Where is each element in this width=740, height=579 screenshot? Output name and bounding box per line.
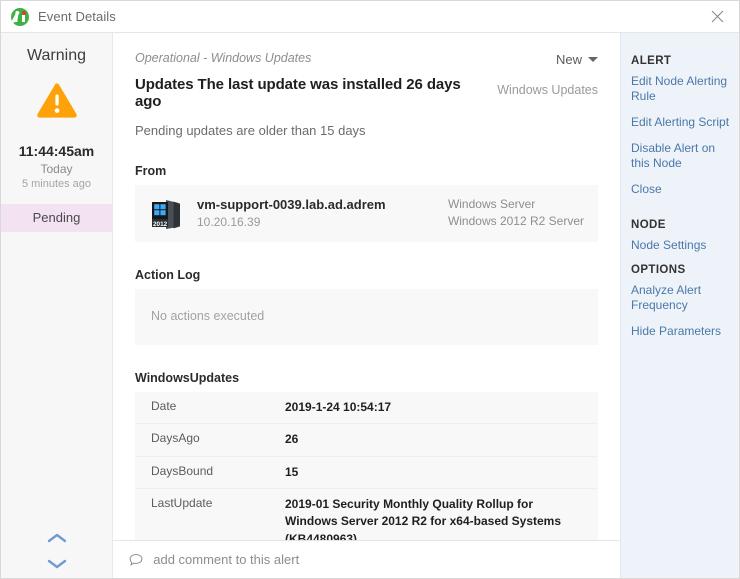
event-subtitle: Pending updates are older than 15 days <box>135 123 366 138</box>
event-header: Operational - Windows Updates Updates Th… <box>135 51 598 138</box>
parameters-label: WindowsUpdates <box>135 370 240 385</box>
event-navigation <box>1 532 113 570</box>
table-row: Date 2019-1-24 10:54:17 <box>135 392 598 424</box>
action-disable-alert-on-this-node[interactable]: Disable Alert on this Node <box>631 141 739 171</box>
action-hide-parameters[interactable]: Hide Parameters <box>631 324 739 339</box>
status-rail: Warning 11:44:45am Today 5 minutes ago P… <box>0 33 113 578</box>
parameters-table: Date 2019-1-24 10:54:17 DaysAgo 26 DaysB… <box>135 391 598 540</box>
from-section-label: From <box>135 164 167 178</box>
action-edit-node-alerting-rule[interactable]: Edit Node Alerting Rule <box>631 74 739 104</box>
param-value: 2019-1-24 10:54:17 <box>285 399 392 414</box>
event-time: 11:44:45am <box>18 143 95 159</box>
param-key: Date <box>151 398 177 413</box>
action-log-panel: No actions executed <box>135 288 598 345</box>
param-key: DaysBound <box>151 463 214 478</box>
comment-input[interactable] <box>153 552 604 567</box>
node-os-family: Windows Server <box>447 197 536 211</box>
actions-group-heading-options: OPTIONS <box>631 264 686 276</box>
node-os-version: Windows 2012 R2 Server <box>447 214 584 229</box>
event-kicker: Operational - Windows Updates <box>135 51 312 65</box>
event-state-dropdown[interactable]: New <box>556 52 598 67</box>
windows-server-2012-icon: 2012 <box>152 200 180 230</box>
severity-label: Warning <box>27 47 86 64</box>
node-card[interactable]: 2012 vm-support-0039.lab.ad.adrem 10.20.… <box>135 185 598 242</box>
action-edit-alerting-script[interactable]: Edit Alerting Script <box>631 115 739 130</box>
warning-triangle-icon <box>36 83 77 118</box>
actions-panel: ALERT Edit Node Alerting Rule Edit Alert… <box>621 33 739 578</box>
event-scroll-area: Operational - Windows Updates Updates Th… <box>113 33 620 540</box>
param-value: 2019-01 Security Monthly Quality Rollup … <box>285 496 562 540</box>
adrem-netcrunch-logo-icon <box>11 7 29 26</box>
table-row: DaysBound 15 <box>135 456 598 489</box>
comment-bubble-icon <box>129 553 143 566</box>
event-details-window: Event Details Warning 11:44:45am Today 5… <box>0 0 740 579</box>
actions-group-heading-node: NODE <box>631 219 666 231</box>
action-node-settings[interactable]: Node Settings <box>631 238 739 253</box>
node-name: vm-support-0039.lab.ad.adrem <box>197 197 386 213</box>
table-row: DaysAgo 26 <box>135 424 598 457</box>
node-ip-address: 10.20.16.39 <box>197 215 261 230</box>
window-title: Event Details <box>38 9 116 24</box>
title-bar: Event Details <box>1 1 739 33</box>
page-title: Updates The last update was installed 26… <box>135 76 461 110</box>
table-row: LastUpdate 2019-01 Security Monthly Qual… <box>135 488 598 540</box>
action-close-alert[interactable]: Close <box>631 182 739 197</box>
window-body: Warning 11:44:45am Today 5 minutes ago P… <box>0 33 739 578</box>
status-badge: Pending <box>0 204 113 232</box>
close-icon[interactable] <box>695 1 739 32</box>
node-os-info: Windows Server Windows 2012 R2 Server <box>436 196 584 231</box>
event-day: Today <box>40 162 73 176</box>
param-value: 26 <box>285 432 299 447</box>
svg-text:2012: 2012 <box>153 221 168 228</box>
actions-group-heading-alert: ALERT <box>631 55 672 67</box>
chevron-up-icon[interactable] <box>46 532 68 544</box>
event-monitor-label: Windows Updates <box>497 83 598 97</box>
chevron-down-icon <box>588 57 598 62</box>
action-log-empty-text: No actions executed <box>151 308 265 323</box>
chevron-down-icon[interactable] <box>46 558 68 570</box>
event-state-value: New <box>555 52 582 67</box>
action-log-label: Action Log <box>135 267 201 282</box>
param-value: 15 <box>285 464 299 479</box>
event-relative-time: 5 minutes ago <box>21 178 92 190</box>
action-analyze-alert-frequency[interactable]: Analyze Alert Frequency <box>631 283 739 313</box>
comment-bar[interactable] <box>113 540 620 578</box>
param-key: LastUpdate <box>151 495 213 510</box>
param-key: DaysAgo <box>151 431 200 446</box>
event-content: Operational - Windows Updates Updates Th… <box>113 33 621 578</box>
